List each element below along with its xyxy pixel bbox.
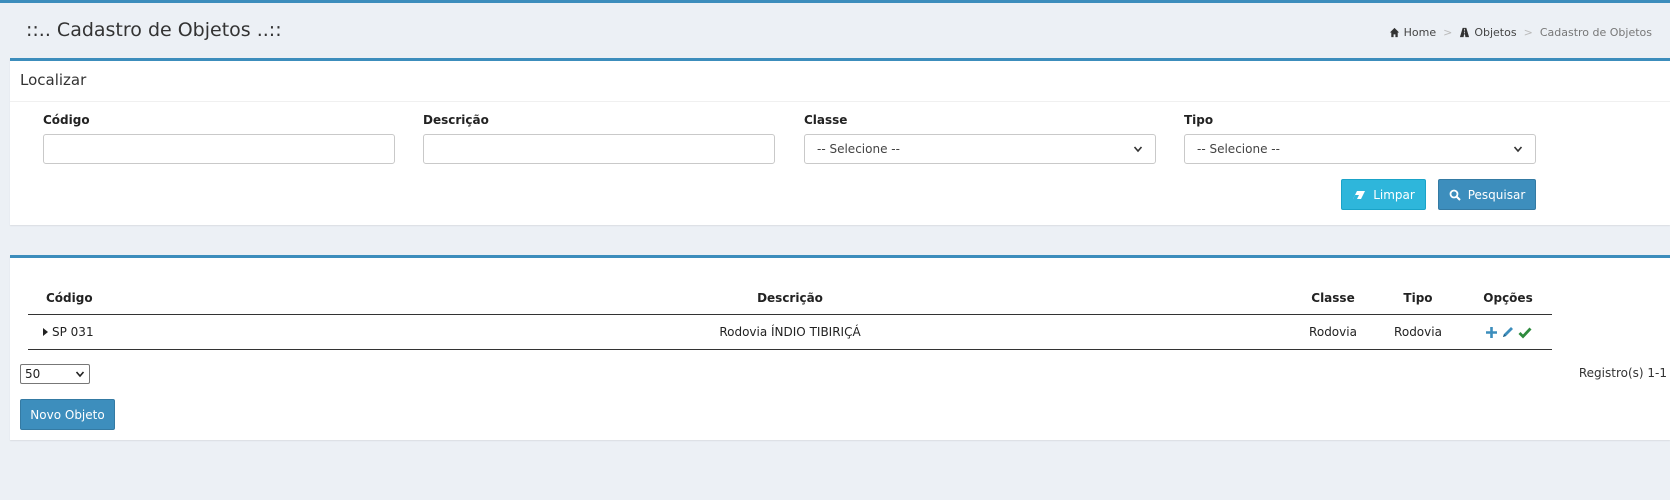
table-header: Código Descrição Classe Tipo Opções <box>28 282 1552 315</box>
limpar-label: Limpar <box>1373 187 1415 202</box>
chevron-down-icon <box>1133 146 1143 153</box>
classe-label: Classe <box>804 113 848 127</box>
chevron-down-icon <box>1513 146 1523 153</box>
divider <box>10 101 1670 102</box>
pencil-icon[interactable] <box>1501 325 1515 339</box>
breadcrumb-current: Cadastro de Objetos <box>1539 26 1652 39</box>
search-panel: Localizar Código Descrição Classe -- Sel… <box>10 58 1670 225</box>
search-panel-title: Localizar <box>20 71 87 89</box>
page-size-select[interactable]: 50 <box>20 364 90 384</box>
cell-opcoes <box>1458 315 1558 349</box>
descricao-label: Descrição <box>423 113 489 127</box>
eraser-icon <box>1353 190 1366 199</box>
search-icon <box>1449 189 1461 201</box>
classe-select[interactable]: -- Selecione -- <box>804 134 1156 164</box>
results-table: Código Descrição Classe Tipo Opções SP 0… <box>28 282 1552 350</box>
breadcrumb-separator: > <box>1523 26 1533 39</box>
codigo-label: Código <box>43 113 90 127</box>
breadcrumb-home-label: Home <box>1403 26 1437 39</box>
table-row: SP 031 Rodovia ÍNDIO TIBIRIÇÁ Rodovia Ro… <box>28 315 1552 350</box>
novo-objeto-button[interactable]: Novo Objeto <box>20 399 115 430</box>
cell-classe: Rodovia <box>1309 325 1357 339</box>
cell-tipo: Rodovia <box>1394 325 1442 339</box>
tipo-field-group: Tipo -- Selecione -- <box>1184 113 1536 164</box>
tipo-selected-value: -- Selecione -- <box>1197 142 1280 156</box>
pesquisar-button[interactable]: Pesquisar <box>1438 179 1536 210</box>
home-icon <box>1389 27 1399 38</box>
header-classe[interactable]: Classe <box>1283 282 1383 314</box>
tipo-label: Tipo <box>1184 113 1214 127</box>
breadcrumb-objetos[interactable]: Objetos <box>1459 26 1517 39</box>
records-count: Registro(s) 1-1 <box>1578 366 1667 380</box>
descricao-input[interactable] <box>423 134 775 164</box>
breadcrumb-home[interactable]: Home <box>1389 26 1436 39</box>
classe-selected-value: -- Selecione -- <box>817 142 900 156</box>
check-icon[interactable] <box>1518 326 1532 339</box>
results-panel: Código Descrição Classe Tipo Opções SP 0… <box>10 255 1670 440</box>
breadcrumb: Home > Objetos > Cadastro de Objetos <box>1389 26 1652 39</box>
descricao-field-group: Descrição <box>423 113 775 164</box>
breadcrumb-separator: > <box>1443 26 1453 39</box>
page-header: ::.. Cadastro de Objetos ..:: Home > Obj… <box>0 3 1670 57</box>
codigo-field-group: Código <box>43 113 395 164</box>
header-opcoes: Opções <box>1483 291 1533 305</box>
codigo-input[interactable] <box>43 134 395 164</box>
limpar-button[interactable]: Limpar <box>1341 179 1426 210</box>
page-size-value: 50 <box>25 367 41 381</box>
breadcrumb-objetos-label: Objetos <box>1474 26 1517 39</box>
pesquisar-label: Pesquisar <box>1467 187 1526 202</box>
classe-field-group: Classe -- Selecione -- <box>804 113 1156 164</box>
header-tipo[interactable]: Tipo <box>1373 282 1463 314</box>
road-icon <box>1460 27 1470 38</box>
chevron-down-icon <box>75 371 85 378</box>
plus-icon[interactable] <box>1485 326 1498 339</box>
tipo-select[interactable]: -- Selecione -- <box>1184 134 1536 164</box>
page-title: ::.. Cadastro de Objetos ..:: <box>26 19 282 41</box>
